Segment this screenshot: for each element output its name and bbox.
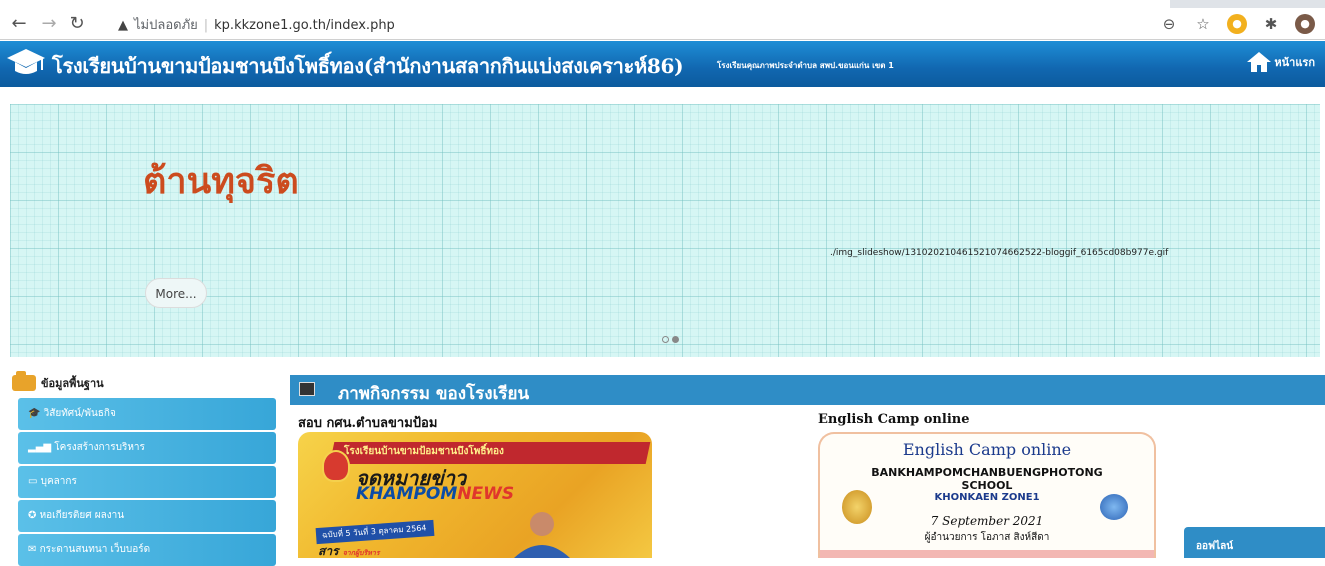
bar-chart-icon: ▂▄▆ <box>28 442 52 453</box>
english-camp-school: BANKHAMPOMCHANBUENGPHOTONG SCHOOL <box>820 466 1154 492</box>
sidebar-item-label[interactable]: โครงสร้างการบริหาร <box>54 442 145 453</box>
url-text[interactable]: kp.kkzone1.go.th/index.php <box>214 18 395 33</box>
sidebar-item-webboard[interactable]: ✉ กระดานสนทนา เว็บบอร์ด <box>18 534 276 566</box>
award-icon: ✪ <box>28 510 37 521</box>
english-camp-date: 7 September 2021 <box>930 514 1044 528</box>
school-name-line2: SCHOOL <box>961 479 1013 492</box>
english-camp-director: ผู้อำนวยการ โอภาส สิงห์สีดา <box>924 532 1050 543</box>
sidebar-item-awards[interactable]: ✪ หอเกียรติยศ ผลงาน <box>18 500 276 532</box>
sidebar-item-label[interactable]: บุคลากร <box>41 476 77 487</box>
photo-strip <box>820 550 1154 558</box>
sidebar-item-label[interactable]: วิสัยทัศน์/พันธกิจ <box>44 408 116 419</box>
warning-icon[interactable]: ▲ <box>118 18 128 33</box>
folder-icon <box>12 371 36 391</box>
english-camp-title: English Camp online <box>902 440 1072 459</box>
activity-card-title[interactable]: English Camp online <box>818 412 970 427</box>
tab-strip <box>0 0 1325 8</box>
school-name-line1: BANKHAMPOMCHANBUENGPHOTONG <box>871 466 1103 479</box>
site-header: โรงเรียนบ้านขามป้อมชานบึงโพธิ์ทอง(สำนักง… <box>0 41 1325 87</box>
slide-dot-active[interactable] <box>672 336 679 343</box>
graduation-cap-icon: 🎓 <box>28 408 41 419</box>
profile-avatar-icon[interactable]: ● <box>1295 14 1315 34</box>
presentation-board-icon <box>299 382 315 396</box>
memo-label: สาร <box>318 544 339 558</box>
reload-icon[interactable]: ↻ <box>66 13 88 35</box>
sidebar-item-vision[interactable]: 🎓 วิสัยทัศน์/พันธกิจ <box>18 398 276 430</box>
graduation-cap-icon <box>7 49 45 74</box>
sidebar-item-personnel[interactable]: ▭ บุคลากร <box>18 466 276 498</box>
school-crest-icon <box>322 450 350 482</box>
zoom-icon[interactable]: ⊖ <box>1159 14 1179 34</box>
back-icon[interactable]: ← <box>8 13 30 35</box>
activity-card-title[interactable]: สอบ กศน.ตำบลขามป้อม <box>298 412 437 433</box>
newsletter-name-a: KHAMPOM <box>356 484 458 504</box>
browser-toolbar: ← → ↻ ▲ ไม่ปลอดภัย | kp.kkzone1.go.th/index… <box>0 0 1325 40</box>
home-label[interactable]: หน้าแรก <box>1274 53 1315 71</box>
activity-card-image-english-camp[interactable]: English Camp online BANKHAMPOMCHANBUENGP… <box>818 432 1156 558</box>
address-separator: | <box>203 18 209 33</box>
newsletter-name-b: NEWS <box>457 484 515 504</box>
slide-indicators <box>662 336 679 343</box>
sidebar-heading-label: ข้อมูลพื้นฐาน <box>41 377 104 390</box>
site-subtitle: โรงเรียนคุณภาพประจำตำบล สพป.ขอนแก่น เขต … <box>717 61 894 70</box>
star-icon[interactable]: ☆ <box>1193 14 1213 34</box>
home-icon <box>1247 52 1272 72</box>
sidebar-heading: ข้อมูลพื้นฐาน <box>12 371 104 394</box>
active-tab[interactable] <box>0 0 1170 8</box>
slide-dot[interactable] <box>662 336 669 343</box>
chat-icon: ✉ <box>28 544 37 555</box>
slide-image-path: ./img_slideshow/131020210461521074662522… <box>830 248 1169 258</box>
newsletter-english-title: KHAMPOMNEWS <box>356 484 514 504</box>
activity-card-image-newsletter[interactable]: โรงเรียนบ้านขามป้อมชานบึงโพธิ์ทอง จดหมาย… <box>298 432 652 558</box>
english-camp-zone: KHONKAEN ZONE1 <box>934 492 1040 503</box>
site-title[interactable]: โรงเรียนบ้านขามป้อมชานบึงโพธิ์ทอง(สำนักง… <box>52 50 684 82</box>
sidebar-item-structure[interactable]: ▂▄▆ โครงสร้างการบริหาร <box>18 432 276 464</box>
id-card-icon: ▭ <box>28 476 38 487</box>
newsletter-memo: สาร จากผู้บริหาร <box>318 542 380 558</box>
home-link[interactable]: หน้าแรก <box>1246 51 1315 73</box>
extension-icon[interactable]: ● <box>1227 14 1247 34</box>
person-photo <box>514 512 570 558</box>
more-button[interactable]: More... <box>145 278 207 308</box>
slide-title: ต้านทุจริต <box>143 161 299 202</box>
sidebar-item-label[interactable]: กระดานสนทนา เว็บบอร์ด <box>40 544 151 555</box>
memo-sub: จากผู้บริหาร <box>342 549 380 557</box>
security-label[interactable]: ไม่ปลอดภัย <box>134 18 198 33</box>
newsletter-issue: ฉบับที่ 5 วันที่ 3 ตุลาคม 2564 <box>315 519 435 545</box>
sidebar-item-label[interactable]: หอเกียรติยศ ผลงาน <box>40 510 125 521</box>
newsletter-banner-text: โรงเรียนบ้านขามป้อมชานบึงโพธิ์ทอง <box>344 446 504 457</box>
online-status-widget[interactable]: ออฟไลน์ <box>1184 527 1325 558</box>
section-title: ภาพกิจกรรม ของโรงเรียน <box>338 384 530 404</box>
slideshow[interactable]: ต้านทุจริต ./img_slideshow/1310202104615… <box>10 104 1320 357</box>
address-bar[interactable]: ▲ ไม่ปลอดภัย | kp.kkzone1.go.th/index.php <box>118 14 1160 36</box>
sidebar: ข้อมูลพื้นฐาน 🎓 วิสัยทัศน์/พันธกิจ ▂▄▆ โ… <box>12 371 276 566</box>
forward-icon[interactable]: → <box>38 13 60 35</box>
toolbar-icons: ⊖ ☆ ● ✱ ● <box>1159 12 1315 36</box>
puzzle-icon[interactable]: ✱ <box>1261 14 1281 34</box>
activity-section-header: ภาพกิจกรรม ของโรงเรียน <box>290 375 1325 405</box>
